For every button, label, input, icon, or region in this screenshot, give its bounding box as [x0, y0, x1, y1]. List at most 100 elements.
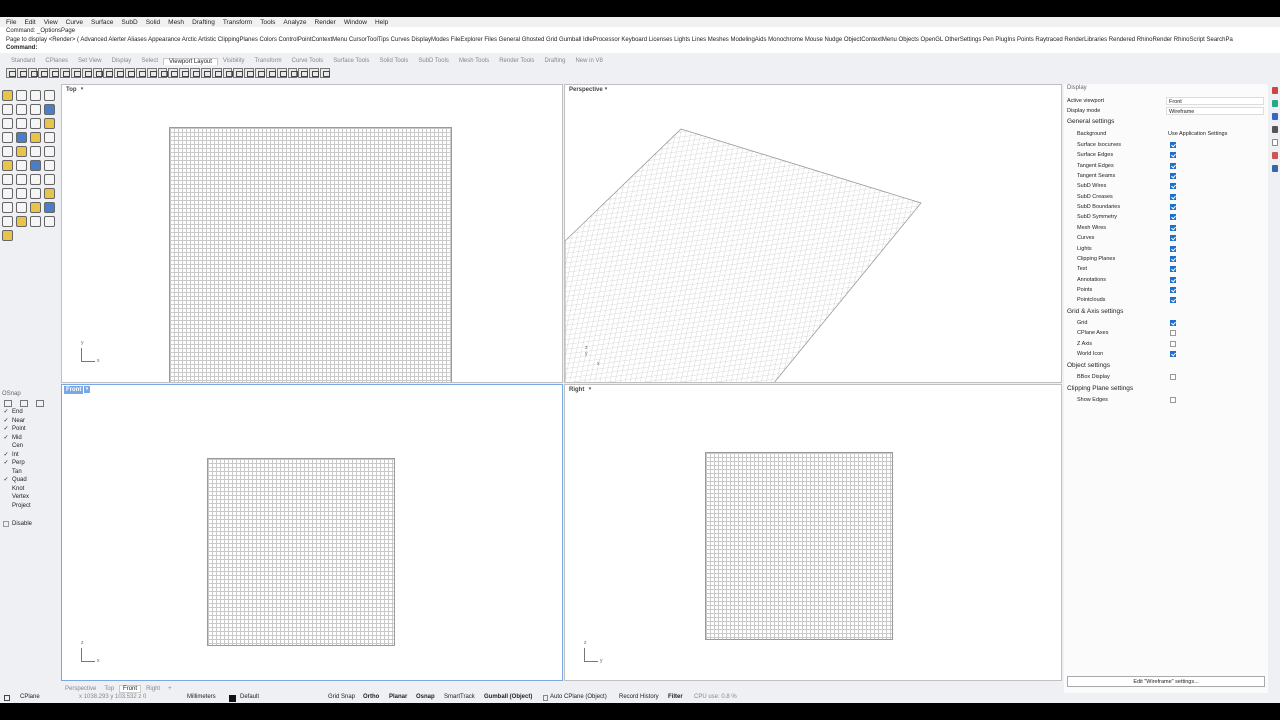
named-views-icon[interactable] — [1271, 126, 1278, 133]
layout-tool-icon[interactable] — [233, 68, 244, 78]
layout-tool-icon[interactable] — [200, 68, 211, 78]
layout-tool-icon[interactable] — [265, 68, 276, 78]
modeling-tool-icon[interactable] — [16, 202, 27, 213]
back-icon[interactable] — [20, 399, 28, 407]
modeling-tool-icon[interactable] — [16, 118, 27, 129]
setting-checkbox[interactable] — [1170, 214, 1176, 221]
layout-tool-icon[interactable] — [27, 68, 38, 78]
modeling-tool-icon[interactable] — [30, 202, 41, 213]
filter-icon[interactable] — [4, 399, 12, 407]
setting-checkbox[interactable] — [1170, 204, 1176, 211]
osnap-item[interactable]: ✓ Mid — [0, 434, 58, 443]
menu-item[interactable]: SubD — [117, 19, 141, 26]
modeling-tool-icon[interactable] — [2, 216, 13, 227]
toolbar-tab[interactable]: Solid Tools — [374, 58, 413, 64]
modeling-tool-icon[interactable] — [2, 230, 13, 241]
setting-checkbox[interactable] — [1170, 224, 1176, 231]
osnap-checkbox[interactable]: ✓ — [3, 460, 9, 466]
modeling-tool-icon[interactable] — [2, 104, 13, 115]
current-layer[interactable]: Default — [240, 694, 259, 700]
layout-tool-icon[interactable] — [298, 68, 309, 78]
viewport-tab[interactable]: Perspective — [62, 686, 99, 692]
modeling-tool-icon[interactable] — [30, 160, 41, 171]
display-mode-select[interactable]: Wireframe — [1166, 107, 1264, 115]
toolbar-tab[interactable]: New in V8 — [570, 58, 607, 64]
ortho-toggle[interactable]: Ortho — [363, 694, 379, 700]
modeling-tool-icon[interactable] — [16, 160, 27, 171]
layout-tool-icon[interactable] — [222, 68, 233, 78]
setting-checkbox[interactable] — [1170, 297, 1176, 304]
setting-checkbox[interactable] — [1170, 266, 1176, 273]
menu-item[interactable]: Surface — [87, 19, 117, 26]
toolbar-tab[interactable]: Set View — [73, 58, 107, 64]
osnap-item[interactable]: ✓ Quad — [0, 476, 58, 485]
layout-tool-icon[interactable] — [125, 68, 135, 78]
layout-tool-icon[interactable] — [60, 68, 70, 78]
modeling-tool-icon[interactable] — [30, 216, 41, 227]
modeling-tool-icon[interactable] — [30, 146, 41, 157]
osnap-item[interactable]: ✓ Near — [0, 417, 58, 426]
menu-item[interactable]: Tools — [256, 19, 279, 26]
filter-toggle[interactable]: Filter — [668, 694, 683, 700]
setting-checkbox[interactable] — [1170, 320, 1176, 326]
layout-tool-icon[interactable] — [38, 68, 49, 78]
viewport-right[interactable]: Right ▾ z y — [564, 384, 1062, 681]
modeling-tool-icon[interactable] — [30, 104, 41, 115]
osnap-checkbox[interactable] — [3, 494, 9, 500]
toolbar-tab[interactable]: Transform — [249, 58, 286, 64]
modeling-tool-icon[interactable] — [16, 104, 27, 115]
setting-checkbox[interactable] — [1170, 183, 1176, 190]
toolbar-tab[interactable]: Render Tools — [494, 58, 539, 64]
toolbar-tab[interactable]: Select — [136, 58, 163, 64]
layout-tool-icon[interactable] — [49, 68, 60, 78]
modeling-tool-icon[interactable] — [44, 132, 55, 143]
menu-item[interactable]: Solid — [142, 19, 164, 26]
cplane-label[interactable]: CPlane — [20, 694, 40, 700]
viewport-menu-icon[interactable]: ▾ — [79, 86, 85, 93]
layout-tool-icon[interactable] — [320, 68, 330, 78]
layout-tool-icon[interactable] — [211, 68, 222, 78]
osnap-item[interactable]: Knot — [0, 485, 58, 494]
layout-tool-icon[interactable] — [179, 68, 190, 78]
layout-tool-icon[interactable] — [157, 68, 168, 78]
modeling-tool-icon[interactable] — [16, 216, 27, 227]
menu-item[interactable]: Render — [311, 19, 340, 26]
viewport-title[interactable]: Top — [64, 86, 79, 94]
modeling-tool-icon[interactable] — [44, 174, 55, 185]
layout-tool-icon[interactable] — [276, 68, 287, 78]
osnap-checkbox[interactable]: ✓ — [3, 435, 9, 441]
viewport-perspective[interactable]: Perspective ▾ z y x — [564, 84, 1062, 383]
modeling-tool-icon[interactable] — [2, 146, 13, 157]
rendering-icon[interactable] — [1271, 152, 1278, 159]
layout-tool-icon[interactable] — [81, 68, 92, 78]
setting-checkbox[interactable] — [1170, 374, 1176, 380]
layers-icon[interactable] — [1271, 100, 1278, 107]
modeling-tool-icon[interactable] — [44, 146, 55, 157]
modeling-tool-icon[interactable] — [44, 202, 55, 213]
menu-item[interactable]: Curve — [62, 19, 87, 26]
osnap-checkbox[interactable]: ✓ — [3, 418, 9, 424]
document-icon[interactable] — [1271, 139, 1278, 146]
osnap-checkbox[interactable]: ✓ — [3, 452, 9, 458]
modeling-tool-icon[interactable] — [16, 146, 27, 157]
toolbar-tab[interactable]: Display — [107, 58, 137, 64]
command-prompt[interactable]: Command: — [6, 44, 1280, 53]
osnap-checkbox[interactable]: ✓ — [3, 409, 9, 415]
setting-checkbox[interactable] — [1170, 193, 1176, 200]
modeling-tool-icon[interactable] — [44, 90, 55, 101]
active-viewport-field[interactable]: Front — [1166, 97, 1264, 105]
modeling-tool-icon[interactable] — [30, 118, 41, 129]
smarttrack-toggle[interactable]: SmartTrack — [444, 694, 475, 700]
record-history-toggle[interactable]: Record History — [619, 694, 659, 700]
layout-tool-icon[interactable] — [168, 68, 179, 78]
layout-tool-icon[interactable] — [70, 68, 81, 78]
modeling-tool-icon[interactable] — [44, 104, 55, 115]
modeling-tool-icon[interactable] — [30, 174, 41, 185]
menu-item[interactable]: File — [2, 19, 20, 26]
viewport-menu-icon[interactable]: ▾ — [84, 386, 90, 393]
setting-checkbox[interactable] — [1170, 276, 1176, 283]
modeling-tool-icon[interactable] — [44, 118, 55, 129]
layout-tool-icon[interactable] — [146, 68, 157, 78]
layout-tool-icon[interactable] — [255, 68, 265, 78]
setting-checkbox[interactable] — [1170, 286, 1176, 293]
